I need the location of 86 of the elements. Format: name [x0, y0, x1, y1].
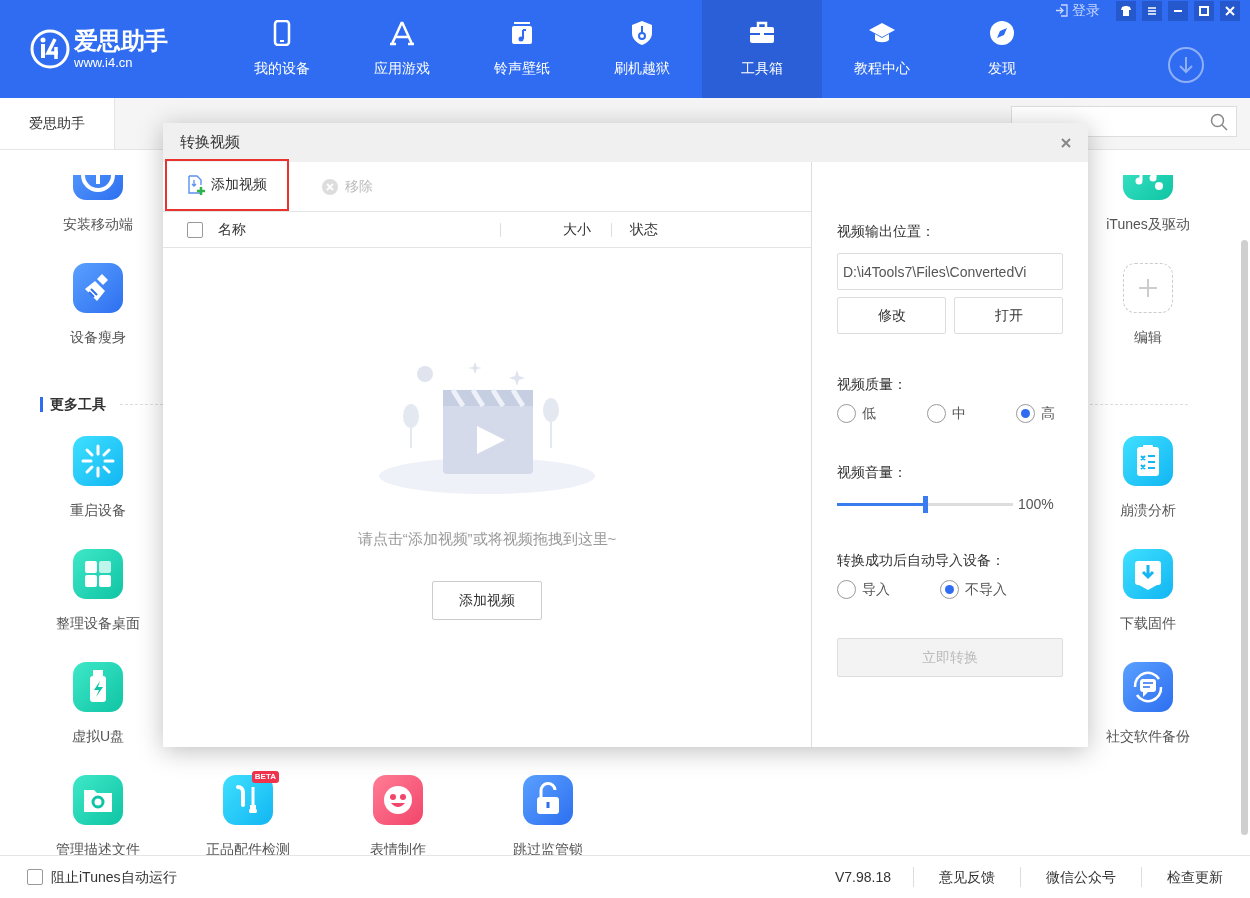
tool-label[interactable]: 社交软件备份 — [1106, 726, 1190, 747]
beta-badge: BETA — [251, 771, 279, 783]
open-button[interactable]: 打开 — [954, 297, 1063, 334]
tool-label[interactable]: 整理设备桌面 — [56, 613, 140, 634]
footer-link[interactable]: 微信公众号 — [1021, 866, 1141, 888]
file-add-icon — [187, 174, 205, 195]
close-button[interactable] — [1220, 0, 1240, 21]
tool-label[interactable]: 下载固件 — [1120, 613, 1176, 634]
chat-sync-icon[interactable] — [1123, 662, 1173, 712]
change-button[interactable]: 修改 — [837, 297, 946, 334]
tool-label[interactable]: 正品配件检测 — [206, 839, 290, 855]
footer-link[interactable]: 检查更新 — [1142, 866, 1223, 888]
radio-option[interactable]: 不导入 — [940, 579, 1007, 600]
smiley-icon[interactable] — [373, 775, 423, 825]
volume-reading: 100% — [1018, 495, 1054, 514]
field-label: 视频输出位置： — [837, 222, 936, 241]
minimize-button[interactable] — [1168, 0, 1188, 21]
volume-slider[interactable] — [837, 496, 1013, 513]
arrow-down-icon — [1178, 56, 1194, 74]
logo-icon — [30, 29, 70, 69]
radio-option[interactable]: 低 — [837, 403, 876, 424]
radio-option[interactable]: 中 — [926, 403, 966, 424]
tool-label[interactable]: 安装移动端 — [63, 214, 133, 235]
add-video-button[interactable]: 添加视频 — [165, 158, 289, 211]
tray-download-icon[interactable] — [1123, 549, 1173, 599]
footer-link[interactable]: 意见反馈 — [914, 866, 1020, 888]
column-header[interactable]: 名称 — [203, 219, 500, 240]
unlock-icon[interactable] — [523, 775, 573, 825]
music-icon — [509, 19, 535, 46]
burst-icon[interactable] — [73, 436, 123, 486]
field-label: 视频音量： — [837, 463, 908, 482]
add-video-button[interactable]: 添加视频 — [432, 580, 542, 620]
tool-label[interactable]: 崩溃分析 — [1120, 500, 1176, 521]
tool-label[interactable]: iTunes及驱动 — [1106, 214, 1190, 235]
usb-drive-icon[interactable] — [73, 662, 123, 712]
search-icon — [1210, 112, 1228, 131]
nav-tab[interactable]: 教程中心 — [822, 0, 942, 98]
download-button[interactable] — [1168, 47, 1204, 83]
nav-tab[interactable]: 刷机越狱 — [582, 0, 702, 98]
skin-icon — [1119, 3, 1133, 18]
app-url: www.i4.cn — [74, 56, 134, 69]
toolbox-icon — [749, 19, 775, 46]
dialog-title: 转换视频 — [180, 132, 240, 153]
tool-label[interactable]: 编辑 — [1134, 327, 1162, 348]
compass-icon — [989, 19, 1015, 46]
app-store-icon — [389, 19, 415, 46]
shield-key-icon — [629, 19, 655, 46]
tab[interactable]: 爱思助手 — [0, 97, 115, 149]
slider-thumb[interactable] — [923, 496, 928, 513]
select-all-checkbox[interactable] — [187, 221, 203, 238]
itunes-checkbox[interactable]: 阻止iTunes自动运行 — [27, 866, 177, 888]
login-icon — [1055, 4, 1068, 17]
output-path-field[interactable]: D:\i4Tools7\Files\ConvertedVi — [837, 253, 1063, 290]
column-header[interactable]: 状态 — [612, 219, 811, 240]
nav-tab[interactable]: 铃声壁纸 — [462, 0, 582, 98]
section-title: 更多工具 — [50, 394, 106, 414]
minimize-icon — [1174, 9, 1182, 12]
remove-icon — [321, 177, 339, 196]
close-button[interactable] — [1061, 137, 1071, 148]
skin-button[interactable] — [1116, 0, 1136, 21]
add-tool-button[interactable] — [1123, 263, 1173, 313]
tool-label[interactable]: 虚拟U盘 — [71, 726, 125, 747]
clipboard-icon[interactable] — [1123, 436, 1173, 486]
column-header[interactable]: 大小 — [501, 219, 611, 240]
tool-label[interactable]: 重启设备 — [70, 500, 126, 521]
plus-icon — [1138, 278, 1158, 298]
nav-tab[interactable]: 应用游戏 — [342, 0, 462, 98]
empty-hint: 请点击“添加视频”或将视频拖拽到这里~ — [357, 529, 617, 549]
app-name: 爱思助手 — [74, 29, 168, 53]
maximize-icon — [1197, 3, 1211, 18]
brush-icon[interactable] — [73, 263, 123, 313]
tool-label[interactable]: 设备瘦身 — [70, 327, 126, 348]
nav-tab[interactable]: 工具箱 — [702, 0, 822, 98]
radio-option[interactable]: 高 — [1016, 403, 1055, 424]
scrollbar-thumb[interactable] — [1241, 240, 1248, 835]
folder-gear-icon[interactable] — [73, 775, 123, 825]
version-label: V7.98.18 — [833, 867, 892, 887]
field-label: 转换成功后自动导入设备： — [837, 551, 1006, 570]
close-icon — [1223, 3, 1237, 18]
grid-icon[interactable] — [73, 549, 123, 599]
maximize-button[interactable] — [1194, 0, 1214, 21]
field-label: 视频质量： — [837, 375, 908, 394]
close-icon — [1061, 137, 1071, 148]
radio-option[interactable]: 导入 — [837, 579, 890, 600]
nav-tab[interactable]: 我的设备 — [222, 0, 342, 98]
menu-button[interactable] — [1142, 0, 1162, 21]
